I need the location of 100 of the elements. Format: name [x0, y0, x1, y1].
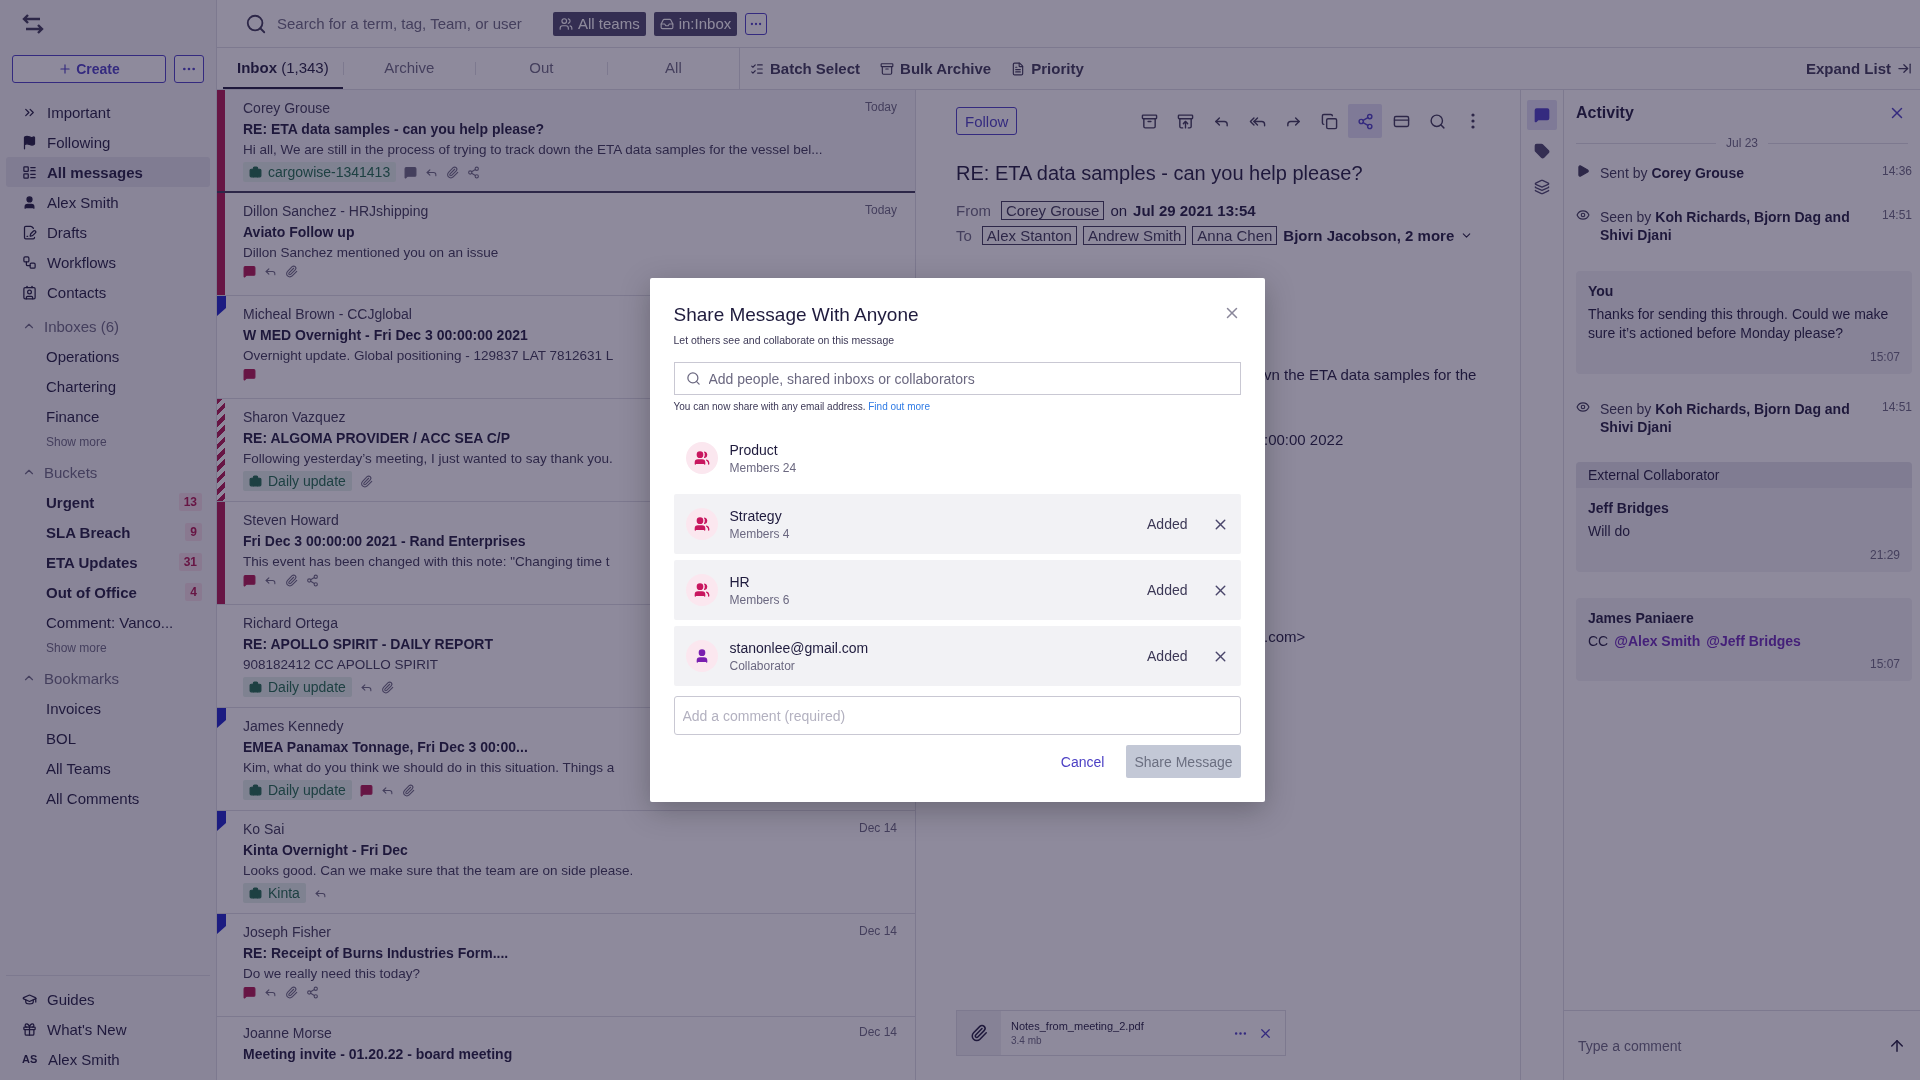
nav-item[interactable]: All messages [6, 157, 210, 187]
activity-time: 14:51 [1881, 399, 1912, 414]
date-divider: Jul 23 [1576, 136, 1908, 150]
share-entry[interactable]: HR Members 6 Added [673, 560, 1241, 620]
sidebar-item[interactable]: Finance [6, 401, 210, 431]
tab[interactable]: All [607, 48, 739, 89]
entry-name: HR [729, 573, 751, 590]
sidebar-item[interactable]: Urgent 13 [6, 487, 210, 517]
follow-button[interactable]: Follow [956, 107, 1018, 135]
reply-icon [264, 574, 277, 587]
activity-time: 14:51 [1881, 208, 1912, 223]
sidebar-item[interactable]: BOL [6, 723, 210, 753]
recipient-chip[interactable]: Anna Chen [1192, 226, 1278, 245]
sidebar-item[interactable]: Comment: Vanco... [6, 607, 210, 637]
added-label: Added [1147, 582, 1188, 598]
group-avatar [685, 508, 718, 540]
tab[interactable]: Out [475, 48, 607, 89]
send-icon [1576, 164, 1590, 178]
sidebar-item[interactable]: All Comments [6, 783, 210, 813]
sidebar-item[interactable]: SLA Breach 9 [6, 517, 210, 547]
reply-icon [264, 986, 277, 999]
message-preview: Do we really need this today? [243, 966, 421, 981]
sender-name: Joseph Fisher [243, 924, 331, 940]
message-subject: W MED Overnight - Fri Dec 3 00:00:00 2021 [243, 327, 528, 343]
workflow-icon [22, 254, 37, 270]
tag-icon [1534, 143, 1550, 159]
to-label: To [956, 227, 972, 244]
sidebar-item[interactable]: ETA Updates 31 [6, 547, 210, 577]
reply-icon [264, 265, 277, 278]
message-subject: RE: Receipt of Burns Industries Form.... [243, 945, 509, 961]
section-header[interactable]: Bookmarks [6, 663, 210, 693]
nav-item[interactable]: AS Alex Smith [6, 1044, 210, 1074]
rail-button[interactable] [1527, 100, 1557, 130]
message-date: Dec 14 [858, 1025, 897, 1041]
recipient-chip[interactable]: Andrew Smith [1082, 226, 1187, 245]
show-more-link[interactable]: Show more [46, 435, 107, 449]
search-icon [245, 12, 267, 35]
filter-chip[interactable]: in:Inbox [653, 11, 738, 36]
search-input[interactable]: Search for a term, tag, Team, or user [275, 14, 545, 33]
comment-field[interactable]: Add a comment (required) [673, 696, 1241, 735]
more-button[interactable] [745, 12, 768, 35]
filter-chip[interactable]: All teams [553, 11, 646, 36]
section-header[interactable]: Buckets [6, 457, 210, 487]
item-label: Out of Office [46, 583, 137, 601]
more-button[interactable] [174, 55, 204, 83]
nav-item[interactable]: Drafts [6, 217, 210, 247]
action-button[interactable]: Batch Select [740, 48, 871, 89]
entry-detail: Members 24 [729, 460, 798, 475]
create-button[interactable]: Create [12, 55, 166, 83]
comment-text: CC @Alex Smith @Jeff Bridges [1588, 631, 1802, 651]
nav-item[interactable]: Following [6, 127, 210, 157]
sidebar-item[interactable]: Chartering [6, 371, 210, 401]
entry-name: Product [729, 441, 779, 458]
item-label: Guides [47, 990, 95, 1008]
section-header[interactable]: Inboxes (6) [6, 311, 210, 341]
mention-link[interactable]: @Jeff Bridges [1706, 632, 1801, 649]
sidebar-item[interactable]: Invoices [6, 693, 210, 723]
expand-list-button[interactable]: Expand List [1796, 48, 1920, 89]
sidebar-item[interactable]: Operations [6, 341, 210, 371]
item-label: Urgent [46, 493, 95, 511]
collaborator-banner: External Collaborator [1576, 462, 1912, 489]
recipient-chip[interactable]: Alex Stanton [981, 226, 1077, 245]
action-button[interactable]: Bulk Archive [870, 48, 1002, 89]
paperclip-icon [285, 986, 298, 999]
more-recipients[interactable]: Bjorn Jacobson, 2 more [1283, 227, 1455, 244]
share-entry[interactable]: Strategy Members 4 Added [673, 494, 1241, 554]
flag-marker [217, 296, 226, 316]
comment-input[interactable]: Type a comment [1576, 1036, 1888, 1055]
search-field[interactable]: Add people, shared inboxs or collaborators [673, 362, 1241, 395]
nav-item[interactable]: Guides [6, 984, 210, 1014]
message-row[interactable]: Ko Sai Dec 14 Kinta Overnight - Fri Dec Looks good. Can we make sure that the team are on side please. Kinta [217, 811, 915, 914]
nav-item[interactable]: Important [6, 97, 210, 127]
cancel-button[interactable]: Cancel [1054, 752, 1111, 771]
tag-label: Daily update [268, 473, 346, 489]
layers-icon [1534, 179, 1550, 195]
show-more-link[interactable]: Show more [46, 641, 107, 655]
group-avatar [685, 442, 718, 474]
entry-name: Strategy [729, 507, 783, 524]
sender-name: James Kennedy [243, 718, 344, 734]
comment-time: 21:29 [1869, 547, 1900, 562]
sidebar-item[interactable]: All Teams [6, 753, 210, 783]
item-label: All Teams [46, 759, 111, 777]
share-icon [306, 574, 319, 587]
item-label: What's New [47, 1020, 127, 1038]
toolbar-button[interactable] [1348, 104, 1382, 138]
nav-item[interactable]: Alex Smith [6, 187, 210, 217]
nav-item[interactable]: Workflows [6, 247, 210, 277]
nav-item[interactable]: What's New [6, 1014, 210, 1044]
sender-name: Richard Ortega [243, 615, 338, 631]
archive-icon [1176, 112, 1194, 130]
mention-link[interactable]: @Alex Smith [1614, 632, 1701, 649]
share-entry[interactable]: stanonlee@gmail.com Collaborator Added [673, 626, 1241, 686]
tab[interactable]: Archive [343, 48, 475, 89]
message-row[interactable]: Joseph Fisher Dec 14 RE: Receipt of Burns Industries Form.... Do we really need this today? [217, 914, 915, 1017]
item-label: Alex Smith [48, 1050, 120, 1068]
sidebar-item[interactable]: Out of Office 4 [6, 577, 210, 607]
nav-item[interactable]: Contacts [6, 277, 210, 307]
action-button[interactable]: Priority [1001, 48, 1094, 89]
sender-chip[interactable]: Corey Grouse [1001, 201, 1105, 220]
message-row[interactable]: Corey Grouse Today RE: ETA data samples - can you help please? Hi all, We are still in the process of trying to track down the ETA data samples for the vessel bel... cargowise-1341413 [217, 90, 915, 193]
